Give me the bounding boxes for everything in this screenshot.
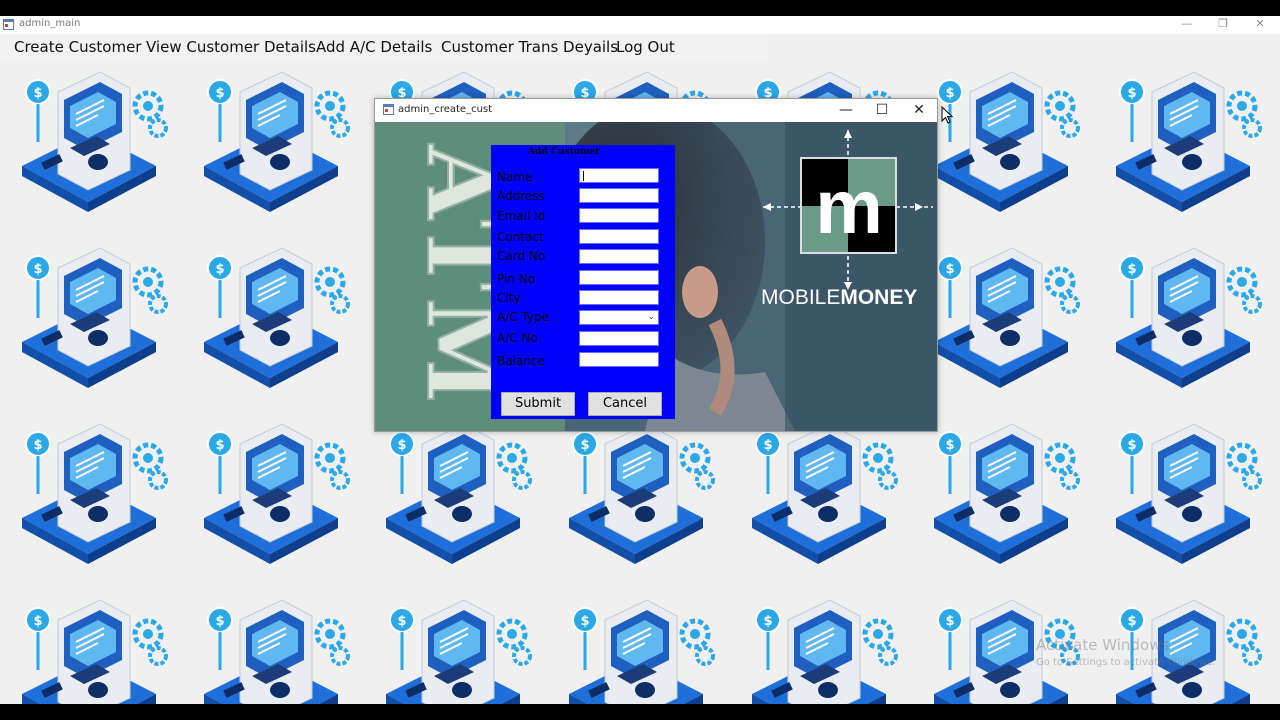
- menu-create-customer[interactable]: Create Customer: [14, 38, 141, 56]
- dialog-body: ATM m MOBILEMONEY Add Customer Name Addr…: [375, 122, 937, 431]
- atm-tile-icon: $: [1116, 423, 1262, 564]
- svg-text:$: $: [33, 438, 42, 453]
- svg-text:$: $: [763, 438, 772, 453]
- activation-watermark-subtitle: Go to Settings to activate Windows.: [1036, 657, 1216, 668]
- atm-tile-icon: $: [22, 71, 168, 212]
- atm-tile-icon: $: [204, 247, 350, 388]
- activation-watermark-title: Activate Windows: [1036, 636, 1170, 654]
- mobile-money-wordmark: MOBILEMONEY: [761, 286, 917, 310]
- email-label: Email Id: [497, 209, 546, 223]
- svg-text:$: $: [580, 438, 589, 453]
- menu-add-ac-details[interactable]: Add A/C Details: [316, 38, 432, 56]
- submit-button[interactable]: Submit: [501, 392, 575, 416]
- card-no-input[interactable]: [579, 249, 659, 264]
- dialog-maximize-button[interactable]: ☐: [867, 101, 897, 119]
- app-window-icon: [3, 19, 14, 30]
- create-customer-dialog: admin_create_cust — ☐ ✕ ATM m MOBILEMONE…: [374, 98, 938, 432]
- atm-tile-icon: $: [569, 599, 715, 704]
- screen: admin_main — ❐ ✕ Create Customer View Cu…: [0, 0, 1280, 720]
- cancel-button[interactable]: Cancel: [588, 392, 662, 416]
- add-customer-form: Add Customer Name Address Email Id Conta…: [491, 145, 675, 419]
- svg-text:$: $: [215, 262, 224, 277]
- atm-tile-icon: $: [204, 71, 350, 212]
- logo-text-light: MOBILE: [761, 286, 841, 309]
- dialog-close-button[interactable]: ✕: [904, 101, 934, 119]
- pin-no-input[interactable]: [579, 270, 659, 285]
- menu-log-out[interactable]: Log Out: [616, 38, 675, 56]
- svg-text:$: $: [215, 86, 224, 101]
- svg-text:$: $: [945, 438, 954, 453]
- name-label: Name: [497, 170, 533, 184]
- menu-view-customer-details[interactable]: View Customer Details: [146, 38, 316, 56]
- mouse-cursor-icon: [941, 106, 953, 124]
- balance-input[interactable]: [579, 352, 659, 367]
- address-input[interactable]: [579, 188, 659, 203]
- svg-text:$: $: [1127, 86, 1136, 101]
- atm-tile-icon: $: [386, 599, 532, 704]
- city-label: City: [497, 291, 521, 305]
- atm-tile-icon: $: [934, 247, 1080, 388]
- atm-tile-icon: $: [22, 423, 168, 564]
- atm-tile-icon: $: [934, 71, 1080, 212]
- contact-label: Contact: [497, 230, 544, 244]
- menu-customer-trans-details[interactable]: Customer Trans Deyails: [441, 38, 618, 56]
- dialog-window-icon: [383, 104, 394, 115]
- svg-text:$: $: [763, 614, 772, 629]
- ac-no-label: A/C No: [497, 331, 538, 345]
- ac-type-select[interactable]: ⌄: [579, 310, 659, 325]
- form-heading: Add Customer: [528, 147, 600, 157]
- ac-no-input[interactable]: [579, 331, 659, 346]
- email-input[interactable]: [579, 208, 659, 223]
- contact-input[interactable]: [579, 229, 659, 244]
- svg-text:$: $: [33, 86, 42, 101]
- atm-tile-icon: $: [752, 599, 898, 704]
- atm-tile-icon: $: [1116, 71, 1262, 212]
- atm-tile-icon: $: [752, 423, 898, 564]
- dialog-minimize-button[interactable]: —: [831, 101, 861, 119]
- svg-text:$: $: [945, 262, 954, 277]
- dialog-titlebar: admin_create_cust — ☐ ✕: [375, 99, 937, 122]
- atm-tile-icon: $: [22, 599, 168, 704]
- svg-text:$: $: [397, 438, 406, 453]
- svg-text:$: $: [215, 614, 224, 629]
- atm-tile-icon: $: [1116, 247, 1262, 388]
- balance-label: Balance: [497, 354, 545, 368]
- svg-text:$: $: [397, 614, 406, 629]
- svg-text:$: $: [215, 438, 224, 453]
- svg-text:$: $: [33, 262, 42, 277]
- atm-tile-icon: $: [204, 423, 350, 564]
- address-label: Address: [497, 189, 545, 203]
- svg-text:$: $: [1127, 262, 1136, 277]
- svg-text:$: $: [33, 614, 42, 629]
- logo-letter: m: [815, 165, 883, 250]
- atm-tile-icon: $: [22, 247, 168, 388]
- name-input[interactable]: [579, 168, 659, 183]
- restore-button[interactable]: ❐: [1204, 16, 1242, 32]
- menu-bar: Create Customer View Customer Details Ad…: [0, 34, 768, 60]
- atm-tile-icon: $: [386, 423, 532, 564]
- dialog-title: admin_create_cust: [398, 104, 493, 115]
- logo-text-bold: MONEY: [840, 286, 918, 309]
- svg-text:$: $: [580, 614, 589, 629]
- svg-text:$: $: [945, 614, 954, 629]
- city-input[interactable]: [579, 290, 659, 305]
- card-no-label: Card No: [497, 249, 546, 263]
- main-titlebar: admin_main — ❐ ✕: [0, 16, 1280, 34]
- ac-type-label: A/C Type: [497, 310, 550, 324]
- svg-text:$: $: [1127, 614, 1136, 629]
- main-window-title: admin_main: [19, 18, 81, 29]
- atm-tile-icon: $: [569, 423, 715, 564]
- svg-text:$: $: [945, 86, 954, 101]
- chevron-down-icon: ⌄: [647, 311, 655, 321]
- minimize-button[interactable]: —: [1168, 16, 1206, 32]
- svg-text:$: $: [1127, 438, 1136, 453]
- atm-tile-icon: $: [934, 423, 1080, 564]
- close-button[interactable]: ✕: [1241, 16, 1279, 32]
- pin-no-label: Pin No: [497, 272, 536, 286]
- atm-tile-icon: $: [204, 599, 350, 704]
